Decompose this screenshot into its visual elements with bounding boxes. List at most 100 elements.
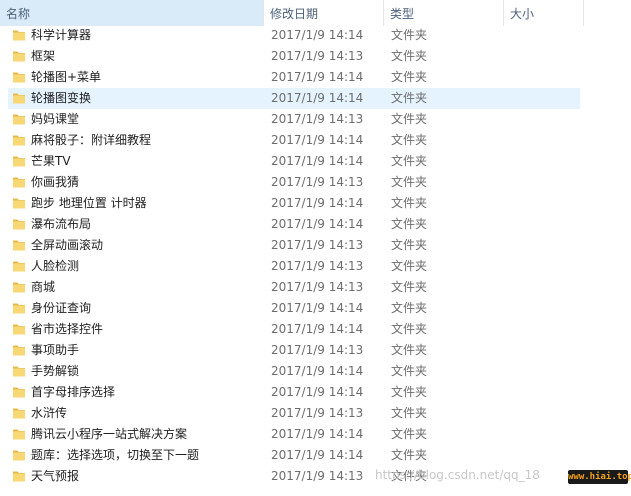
- file-type: 文件夹: [391, 343, 428, 357]
- file-modified-date: 2017/1/9 14:14: [271, 427, 364, 441]
- file-type: 文件夹: [391, 112, 428, 126]
- file-modified-date: 2017/1/9 14:14: [271, 28, 364, 42]
- file-modified-date: 2017/1/9 14:13: [271, 238, 364, 252]
- column-header-modified[interactable]: 修改日期: [264, 0, 384, 26]
- file-type: 文件夹: [391, 28, 428, 42]
- file-type: 文件夹: [391, 406, 428, 420]
- file-name: 身份证查询: [31, 301, 92, 315]
- file-modified-date: 2017/1/9 14:14: [271, 217, 364, 231]
- file-row[interactable]: 手势解锁 2017/1/9 14:14 文件夹: [0, 361, 631, 382]
- file-modified-date: 2017/1/9 14:14: [271, 70, 364, 84]
- file-row[interactable]: 商城 2017/1/9 14:13 文件夹: [0, 277, 631, 298]
- folder-icon: [13, 387, 25, 398]
- file-row[interactable]: 轮播图变换 2017/1/9 14:14 文件夹: [0, 88, 631, 109]
- file-type: 文件夹: [391, 448, 428, 462]
- folder-icon: [13, 408, 25, 419]
- file-name: 商城: [31, 280, 56, 294]
- file-modified-date: 2017/1/9 14:13: [271, 280, 364, 294]
- file-type: 文件夹: [391, 70, 428, 84]
- file-name: 事项助手: [31, 343, 80, 357]
- watermark-text: https://blog.csdn.net/qq_18: [375, 468, 540, 482]
- file-row[interactable]: 框架 2017/1/9 14:13 文件夹: [0, 46, 631, 67]
- file-name: 你画我猜: [31, 175, 80, 189]
- column-header-size-label: 大小: [510, 7, 535, 21]
- folder-icon: [13, 471, 25, 482]
- file-name: 科学计算器: [31, 28, 92, 42]
- folder-icon: [13, 219, 25, 230]
- folder-icon: [13, 450, 25, 461]
- file-type: 文件夹: [391, 427, 428, 441]
- file-row[interactable]: 人脸检测 2017/1/9 14:13 文件夹: [0, 256, 631, 277]
- column-header-modified-label: 修改日期: [270, 7, 319, 21]
- file-row[interactable]: 全屏动画滚动 2017/1/9 14:13 文件夹: [0, 235, 631, 256]
- file-row[interactable]: 科学计算器 2017/1/9 14:14 文件夹: [0, 25, 631, 46]
- column-header-name[interactable]: 名称 ^: [0, 0, 264, 26]
- file-type: 文件夹: [391, 49, 428, 63]
- file-modified-date: 2017/1/9 14:14: [271, 448, 364, 462]
- file-modified-date: 2017/1/9 14:14: [271, 91, 364, 105]
- folder-icon: [13, 177, 25, 188]
- file-name: 手势解锁: [31, 364, 80, 378]
- file-modified-date: 2017/1/9 14:13: [271, 259, 364, 273]
- file-modified-date: 2017/1/9 14:14: [271, 385, 364, 399]
- file-type: 文件夹: [391, 133, 428, 147]
- file-modified-date: 2017/1/9 14:13: [271, 112, 364, 126]
- file-row[interactable]: 事项助手 2017/1/9 14:13 文件夹: [0, 340, 631, 361]
- folder-icon: [13, 261, 25, 272]
- folder-icon: [13, 240, 25, 251]
- folder-icon: [13, 345, 25, 356]
- file-modified-date: 2017/1/9 14:13: [271, 406, 364, 420]
- file-name: 省市选择控件: [31, 322, 104, 336]
- file-type: 文件夹: [391, 322, 428, 336]
- file-row[interactable]: 跑步 地理位置 计时器 2017/1/9 14:14 文件夹: [0, 193, 631, 214]
- file-name: 妈妈课堂: [31, 112, 80, 126]
- file-type: 文件夹: [391, 196, 428, 210]
- file-modified-date: 2017/1/9 14:13: [271, 175, 364, 189]
- file-modified-date: 2017/1/9 14:14: [271, 133, 364, 147]
- file-type: 文件夹: [391, 154, 428, 168]
- file-name: 芒果TV: [31, 154, 71, 168]
- file-name: 腾讯云小程序一站式解决方案: [31, 427, 188, 441]
- folder-icon: [13, 324, 25, 335]
- file-row[interactable]: 水浒传 2017/1/9 14:13 文件夹: [0, 403, 631, 424]
- file-modified-date: 2017/1/9 14:13: [271, 49, 364, 63]
- file-type: 文件夹: [391, 301, 428, 315]
- folder-icon: [13, 72, 25, 83]
- file-row[interactable]: 题库：选择选项，切换至下一题 2017/1/9 14:14 文件夹: [0, 445, 631, 466]
- file-row[interactable]: 身份证查询 2017/1/9 14:14 文件夹: [0, 298, 631, 319]
- file-name: 人脸检测: [31, 259, 80, 273]
- column-header-type-label: 类型: [390, 7, 415, 21]
- file-row[interactable]: 轮播图+菜单 2017/1/9 14:14 文件夹: [0, 67, 631, 88]
- file-row[interactable]: 瀑布流布局 2017/1/9 14:14 文件夹: [0, 214, 631, 235]
- file-row[interactable]: 省市选择控件 2017/1/9 14:14 文件夹: [0, 319, 631, 340]
- column-header-type[interactable]: 类型: [384, 0, 504, 26]
- folder-icon: [13, 198, 25, 209]
- file-modified-date: 2017/1/9 14:13: [271, 343, 364, 357]
- file-row[interactable]: 芒果TV 2017/1/9 14:14 文件夹: [0, 151, 631, 172]
- file-row[interactable]: 麻将骰子：附详细教程 2017/1/9 14:14 文件夹: [0, 130, 631, 151]
- file-type: 文件夹: [391, 280, 428, 294]
- file-list: 科学计算器 2017/1/9 14:14 文件夹 框架 2017/1/9 14:13 文件…: [0, 25, 631, 487]
- folder-icon: [13, 366, 25, 377]
- file-row[interactable]: 腾讯云小程序一站式解决方案 2017/1/9 14:14 文件夹: [0, 424, 631, 445]
- file-type: 文件夹: [391, 385, 428, 399]
- column-header-size[interactable]: 大小: [504, 0, 584, 26]
- file-name: 全屏动画滚动: [31, 238, 104, 252]
- file-name: 首字母排序选择: [31, 385, 116, 399]
- file-row[interactable]: 首字母排序选择 2017/1/9 14:14 文件夹: [0, 382, 631, 403]
- file-row[interactable]: 你画我猜 2017/1/9 14:13 文件夹: [0, 172, 631, 193]
- watermark-logo: www.hiai.top: [568, 470, 631, 484]
- folder-icon: [13, 282, 25, 293]
- folder-icon: [13, 135, 25, 146]
- folder-icon: [13, 429, 25, 440]
- file-modified-date: 2017/1/9 14:14: [271, 301, 364, 315]
- file-name: 跑步 地理位置 计时器: [31, 196, 147, 210]
- file-name: 轮播图变换: [31, 91, 92, 105]
- file-type: 文件夹: [391, 259, 428, 273]
- file-modified-date: 2017/1/9 14:14: [271, 364, 364, 378]
- file-name: 轮播图+菜单: [31, 70, 102, 84]
- folder-icon: [13, 156, 25, 167]
- column-header-bar: 名称 ^ 修改日期 类型 大小: [0, 0, 631, 26]
- file-row[interactable]: 妈妈课堂 2017/1/9 14:13 文件夹: [0, 109, 631, 130]
- file-modified-date: 2017/1/9 14:14: [271, 196, 364, 210]
